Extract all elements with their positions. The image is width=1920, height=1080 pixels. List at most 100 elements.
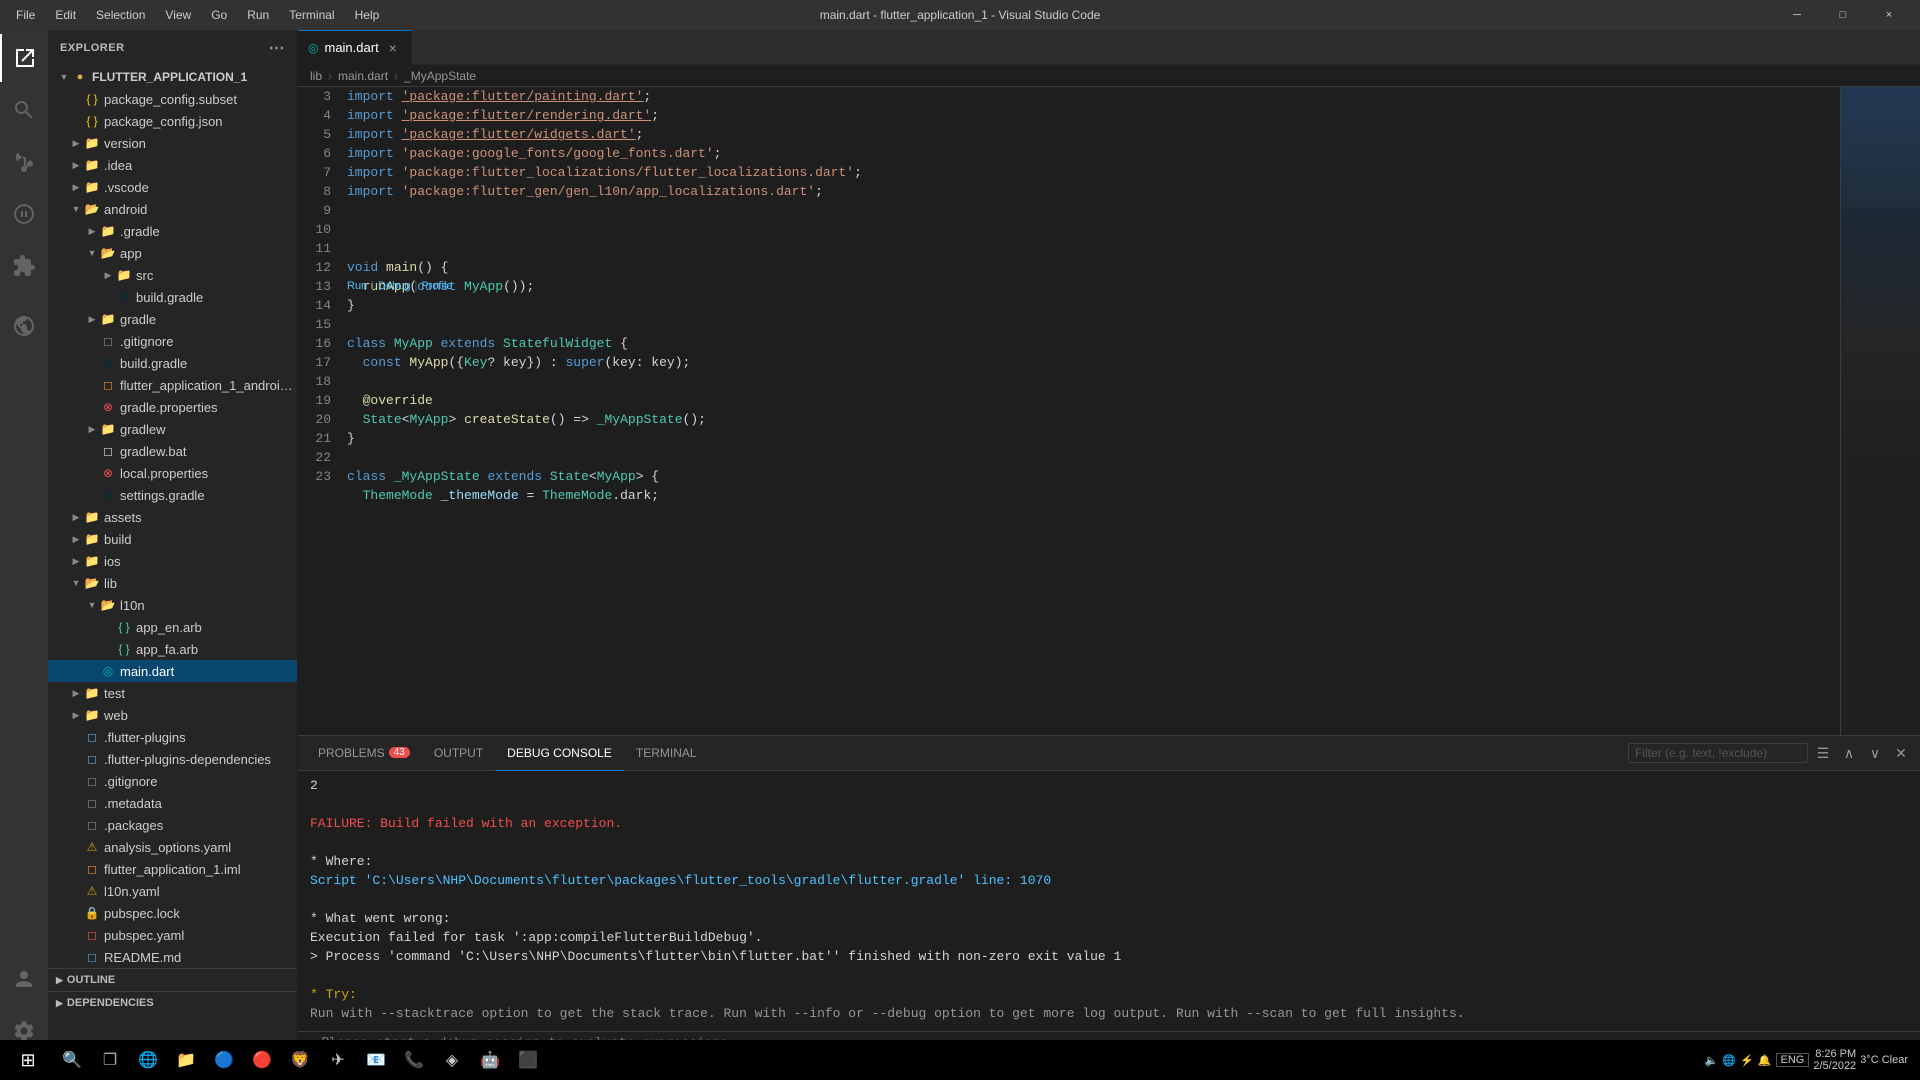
list-item[interactable]: ▼ 📂 app — [48, 242, 297, 264]
list-item[interactable]: ▶ ◻ README.md — [48, 946, 297, 968]
chrome-icon[interactable]: 🔵 — [206, 1042, 242, 1078]
sidebar-more-button[interactable]: ⋯ — [269, 38, 286, 58]
telegram-icon[interactable]: ✈ — [320, 1042, 356, 1078]
list-item[interactable]: ▶ ⊗ gradle.properties — [48, 396, 297, 418]
explorer-activity-icon[interactable] — [0, 34, 48, 82]
list-item[interactable]: ▶ ◻ .gitignore — [48, 330, 297, 352]
phone-icon[interactable]: 📞 — [396, 1042, 432, 1078]
list-item[interactable]: ▶ ◻ gradlew.bat — [48, 440, 297, 462]
list-item[interactable]: ▶ 📁 web — [48, 704, 297, 726]
mail-icon[interactable]: 📧 — [358, 1042, 394, 1078]
list-item[interactable]: ▶ ◻ .metadata — [48, 792, 297, 814]
search-activity-icon[interactable] — [0, 86, 48, 134]
tray-icon3[interactable]: ⚡ — [1740, 1054, 1754, 1067]
code-content[interactable]: import 'package:flutter/painting.dart'; … — [343, 87, 1840, 735]
debug-console-tab[interactable]: DEBUG CONSOLE — [495, 736, 624, 771]
tab-close-button[interactable]: × — [385, 40, 401, 56]
menu-file[interactable]: File — [8, 6, 43, 24]
close-button[interactable]: × — [1866, 0, 1912, 30]
list-item[interactable]: ▶ ⚙ build.gradle — [48, 352, 297, 374]
menu-help[interactable]: Help — [347, 6, 388, 24]
list-item[interactable]: ▶ { } package_config.subset — [48, 88, 297, 110]
list-item[interactable]: ▶ 📁 gradle — [48, 308, 297, 330]
maximize-button[interactable]: □ — [1820, 0, 1866, 30]
panel-close-button[interactable]: ✕ — [1890, 742, 1912, 764]
list-item[interactable]: ▶ ◻ .gitignore — [48, 770, 297, 792]
tray-icon1[interactable]: 🔈 — [1705, 1054, 1719, 1067]
start-button[interactable]: ⊞ — [4, 1042, 52, 1078]
list-item[interactable]: ▶ 📁 .idea — [48, 154, 297, 176]
panel-collapse-button[interactable]: ∧ — [1838, 742, 1860, 764]
search-taskbar-icon[interactable]: 🔍 — [54, 1042, 90, 1078]
menu-terminal[interactable]: Terminal — [281, 6, 342, 24]
output-tab[interactable]: OUTPUT — [422, 736, 495, 771]
extensions-activity-icon[interactable] — [0, 242, 48, 290]
remote-explorer-activity-icon[interactable] — [0, 302, 48, 350]
list-item[interactable]: ▶ 📁 build — [48, 528, 297, 550]
list-item[interactable]: ▼ 📂 lib — [48, 572, 297, 594]
menu-run[interactable]: Run — [239, 6, 277, 24]
language-indicator[interactable]: ENG — [1776, 1053, 1810, 1067]
run-debug-activity-icon[interactable] — [0, 190, 48, 238]
list-item[interactable]: ▶ ⊗ local.properties — [48, 462, 297, 484]
breadcrumb-lib[interactable]: lib — [310, 69, 322, 83]
list-item[interactable]: ▶ ◻ .flutter-plugins-dependencies — [48, 748, 297, 770]
list-item[interactable]: ▼ 📂 l10n — [48, 594, 297, 616]
list-item[interactable]: ▶ 📁 gradlew — [48, 418, 297, 440]
tray-icon2[interactable]: 🌐 — [1722, 1054, 1736, 1067]
edge-icon[interactable]: 🌐 — [130, 1042, 166, 1078]
list-item[interactable]: ▶ ◎ main.dart — [48, 660, 297, 682]
list-item[interactable]: ▶ 🔒 pubspec.lock — [48, 902, 297, 924]
dependencies-section-header[interactable]: ▶ DEPENDENCIES — [48, 992, 297, 1014]
code-editor[interactable]: 3 4 5 6 7 8 9 10 11 12 13 14 15 16 17 18 — [298, 87, 1840, 735]
notification-tray[interactable]: 🔔 — [1758, 1054, 1772, 1067]
vscode-taskbar-icon[interactable]: ◈ — [434, 1042, 470, 1078]
minimize-button[interactable]: ─ — [1774, 0, 1820, 30]
list-item[interactable]: ▶ ⚙ settings.gradle — [48, 484, 297, 506]
breadcrumb-myappstate[interactable]: _MyAppState — [404, 69, 476, 83]
list-item[interactable]: ▶ 📁 ios — [48, 550, 297, 572]
list-item[interactable]: ▶ ⚠ l10n.yaml — [48, 880, 297, 902]
root-folder-item[interactable]: ▼ ● FLUTTER_APPLICATION_1 — [48, 66, 297, 88]
task-view-icon[interactable]: ❐ — [92, 1042, 128, 1078]
list-item[interactable]: ▶ ◻ .packages — [48, 814, 297, 836]
list-item[interactable]: ▶ { } app_fa.arb — [48, 638, 297, 660]
list-item[interactable]: ▶ 📁 src — [48, 264, 297, 286]
list-item[interactable]: ▶ ⚠ analysis_options.yaml — [48, 836, 297, 858]
brave-icon[interactable]: 🦁 — [282, 1042, 318, 1078]
menu-edit[interactable]: Edit — [47, 6, 84, 24]
problems-tab[interactable]: PROBLEMS 43 — [306, 736, 422, 771]
list-item[interactable]: ▶ ◻ flutter_application_1.iml — [48, 858, 297, 880]
android-studio-icon[interactable]: 🤖 — [472, 1042, 508, 1078]
menu-go[interactable]: Go — [203, 6, 235, 24]
sidebar-content[interactable]: ▼ ● FLUTTER_APPLICATION_1 ▶ { } package_… — [48, 66, 297, 1055]
terminal-tab[interactable]: TERMINAL — [624, 736, 709, 771]
list-item[interactable]: ▶ ◻ flutter_application_1_android.iml — [48, 374, 297, 396]
breadcrumb-maindart[interactable]: main.dart — [338, 69, 388, 83]
panel-maximize-button[interactable]: ∨ — [1864, 742, 1886, 764]
palemoon-icon[interactable]: 🔴 — [244, 1042, 280, 1078]
debug-link[interactable]: Debug — [378, 277, 410, 296]
source-control-activity-icon[interactable] — [0, 138, 48, 186]
list-item[interactable]: ▶ ◻ pubspec.yaml — [48, 924, 297, 946]
menu-selection[interactable]: Selection — [88, 6, 153, 24]
list-item[interactable]: ▶ ◻ .flutter-plugins — [48, 726, 297, 748]
menu-view[interactable]: View — [157, 6, 199, 24]
run-link[interactable]: Run — [347, 277, 367, 296]
clock[interactable]: 8:26 PM 2/5/2022 — [1813, 1048, 1856, 1072]
file-manager-icon[interactable]: 📁 — [168, 1042, 204, 1078]
list-item[interactable]: ▶ 📁 .gradle — [48, 220, 297, 242]
main-dart-tab[interactable]: ◎ main.dart × — [298, 30, 412, 65]
list-item[interactable]: ▶ 📁 version — [48, 132, 297, 154]
list-item[interactable]: ▶ { } app_en.arb — [48, 616, 297, 638]
outline-section-header[interactable]: ▶ OUTLINE — [48, 969, 297, 991]
panel-list-view-button[interactable]: ☰ — [1812, 742, 1834, 764]
list-item[interactable]: ▼ 📂 android — [48, 198, 297, 220]
list-item[interactable]: ▶ 📁 .vscode — [48, 176, 297, 198]
list-item[interactable]: ▶ 📁 test — [48, 682, 297, 704]
list-item[interactable]: ▶ ⚙ build.gradle — [48, 286, 297, 308]
list-item[interactable]: ▶ 📁 assets — [48, 506, 297, 528]
panel-filter-input[interactable] — [1628, 743, 1808, 763]
list-item[interactable]: ▶ { } package_config.json — [48, 110, 297, 132]
terminal-taskbar-icon[interactable]: ⬛ — [510, 1042, 546, 1078]
